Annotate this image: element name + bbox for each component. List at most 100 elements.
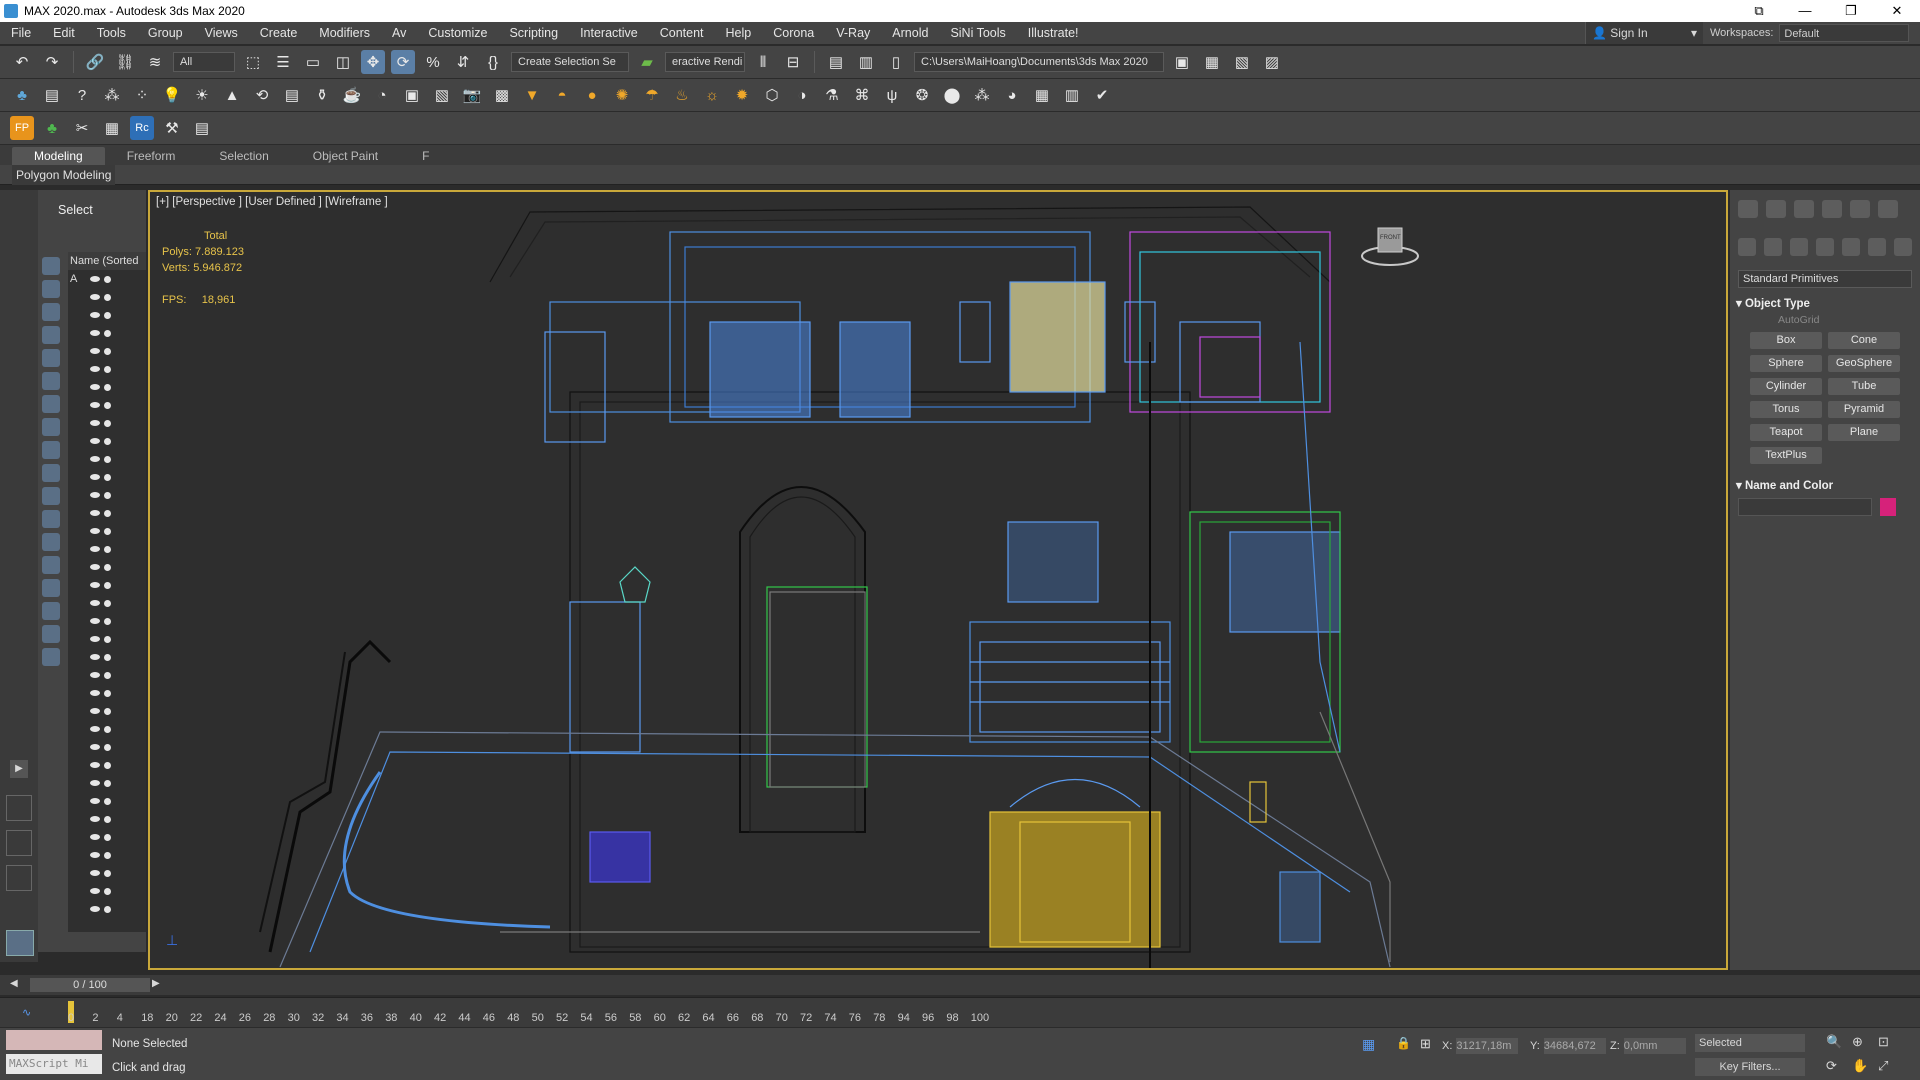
menu-group[interactable]: Group: [137, 22, 194, 44]
filter-icon[interactable]: [42, 510, 60, 528]
list-item[interactable]: [68, 288, 146, 306]
clipper-icon[interactable]: ⌘: [850, 83, 874, 107]
box-button[interactable]: Box: [1750, 332, 1822, 349]
lights-icon[interactable]: [1790, 238, 1808, 256]
list-item[interactable]: [68, 360, 146, 378]
tree-scatter-icon[interactable]: ♣: [40, 116, 64, 140]
torus-button[interactable]: Torus: [1750, 401, 1822, 418]
freeze-dot-icon[interactable]: [104, 455, 111, 463]
freeze-dot-icon[interactable]: [104, 653, 111, 661]
visibility-eye-icon[interactable]: [90, 888, 100, 894]
filter-icon[interactable]: [42, 464, 60, 482]
visibility-eye-icon[interactable]: [90, 618, 100, 624]
filter-icon[interactable]: [42, 556, 60, 574]
proxy-icon[interactable]: ▧: [430, 83, 454, 107]
ies-light-icon[interactable]: ☂: [640, 83, 664, 107]
material-editor-icon[interactable]: ⁂: [970, 83, 994, 107]
tools-icon[interactable]: ✂: [70, 116, 94, 140]
shapes-icon[interactable]: [1764, 238, 1782, 256]
visibility-eye-icon[interactable]: [90, 726, 100, 732]
edit-named-selection-icon[interactable]: {}: [481, 50, 505, 74]
time-slider[interactable]: ◀ 0 / 100 ▶: [0, 975, 1920, 995]
freeze-dot-icon[interactable]: [104, 869, 111, 877]
list-item[interactable]: [68, 522, 146, 540]
absolute-mode-icon[interactable]: ⊞: [1420, 1036, 1431, 1052]
list-item[interactable]: [68, 648, 146, 666]
list-item[interactable]: [68, 630, 146, 648]
list-item[interactable]: [68, 774, 146, 792]
visibility-eye-icon[interactable]: [90, 492, 100, 498]
sphere-tool-icon[interactable]: ◔: [370, 83, 394, 107]
select-object-icon[interactable]: ⬚: [241, 50, 265, 74]
freeze-dot-icon[interactable]: [104, 365, 111, 373]
workspaces-dropdown[interactable]: Default: [1779, 24, 1910, 42]
isolate-icon[interactable]: ▦: [1362, 1036, 1375, 1053]
visibility-eye-icon[interactable]: [90, 582, 100, 588]
next-frame-icon[interactable]: ▶: [152, 978, 160, 989]
object-type-rollout[interactable]: ▾ Object Type: [1736, 296, 1914, 310]
rect-selection-icon[interactable]: ▭: [301, 50, 325, 74]
y-field[interactable]: [1543, 1038, 1606, 1054]
freeze-dot-icon[interactable]: [104, 671, 111, 679]
named-selection-dropdown[interactable]: Create Selection Se: [511, 52, 629, 72]
freeze-dot-icon[interactable]: [104, 581, 111, 589]
geometry-cube-icon[interactable]: ⬡: [760, 83, 784, 107]
cylinder-button[interactable]: Cylinder: [1750, 378, 1822, 395]
maximize-viewport-icon[interactable]: ⤢: [1878, 1058, 1888, 1074]
freeze-dot-icon[interactable]: [104, 761, 111, 769]
visibility-eye-icon[interactable]: [90, 780, 100, 786]
render-frame-window-icon[interactable]: ▦: [1030, 83, 1054, 107]
tab-modeling[interactable]: Modeling: [12, 147, 105, 165]
selection-filter-dropdown[interactable]: All: [173, 52, 235, 72]
visibility-eye-icon[interactable]: [90, 816, 100, 822]
particle-icon[interactable]: ⁂: [100, 83, 124, 107]
mirror-icon[interactable]: ⫴: [751, 50, 775, 74]
list-item[interactable]: [68, 270, 146, 288]
select-by-name-icon[interactable]: ☰: [271, 50, 295, 74]
list-item[interactable]: [68, 756, 146, 774]
teapot-icon[interactable]: ☕: [340, 83, 364, 107]
visibility-eye-icon[interactable]: [90, 744, 100, 750]
scene-explorer-icon[interactable]: ▤: [824, 50, 848, 74]
orbit-icon[interactable]: ⟳: [1826, 1058, 1837, 1074]
visibility-eye-icon[interactable]: [90, 870, 100, 876]
table-icon[interactable]: ▤: [190, 116, 214, 140]
visibility-eye-icon[interactable]: [90, 708, 100, 714]
visibility-eye-icon[interactable]: [90, 690, 100, 696]
utilities-tab-icon[interactable]: [1878, 200, 1898, 218]
ribbon-toggle-icon[interactable]: ▯: [884, 50, 908, 74]
bind-spacewarp-icon[interactable]: ≋: [143, 50, 167, 74]
list-item[interactable]: [68, 450, 146, 468]
percent-snap-icon[interactable]: %: [421, 50, 445, 74]
freeze-dot-icon[interactable]: [104, 707, 111, 715]
menu-corona[interactable]: Corona: [762, 22, 825, 44]
freeze-dot-icon[interactable]: [104, 401, 111, 409]
plane-button[interactable]: Plane: [1828, 424, 1900, 441]
filter-icon[interactable]: [42, 349, 60, 367]
restore-extra-icon[interactable]: ⧉: [1736, 0, 1782, 22]
grid-list-icon[interactable]: ▦: [100, 116, 124, 140]
list-item[interactable]: [68, 810, 146, 828]
mesh-light-icon[interactable]: ✺: [610, 83, 634, 107]
scatter-icon[interactable]: ⁘: [130, 83, 154, 107]
viewcube[interactable]: FRONT: [1360, 222, 1420, 272]
play-icon[interactable]: ▶: [10, 760, 28, 778]
list-item[interactable]: [68, 396, 146, 414]
fire-icon[interactable]: ❂: [910, 83, 934, 107]
list-item[interactable]: [68, 666, 146, 684]
menu-scripting[interactable]: Scripting: [498, 22, 569, 44]
list-item[interactable]: [68, 846, 146, 864]
list-item[interactable]: [68, 738, 146, 756]
freeze-dot-icon[interactable]: [104, 473, 111, 481]
filter-icon[interactable]: [42, 579, 60, 597]
tab-freeform[interactable]: Freeform: [105, 147, 198, 165]
freeze-dot-icon[interactable]: [104, 545, 111, 553]
pan-icon[interactable]: ✋: [1852, 1058, 1868, 1074]
visibility-eye-icon[interactable]: [90, 636, 100, 642]
scene-object-list[interactable]: Name (Sorted A: [68, 252, 146, 932]
filter-icon[interactable]: [42, 257, 60, 275]
list-icon[interactable]: ▤: [40, 83, 64, 107]
bottle-icon[interactable]: ⚱: [310, 83, 334, 107]
visibility-eye-icon[interactable]: [90, 510, 100, 516]
prev-frame-icon[interactable]: ◀: [10, 978, 18, 989]
